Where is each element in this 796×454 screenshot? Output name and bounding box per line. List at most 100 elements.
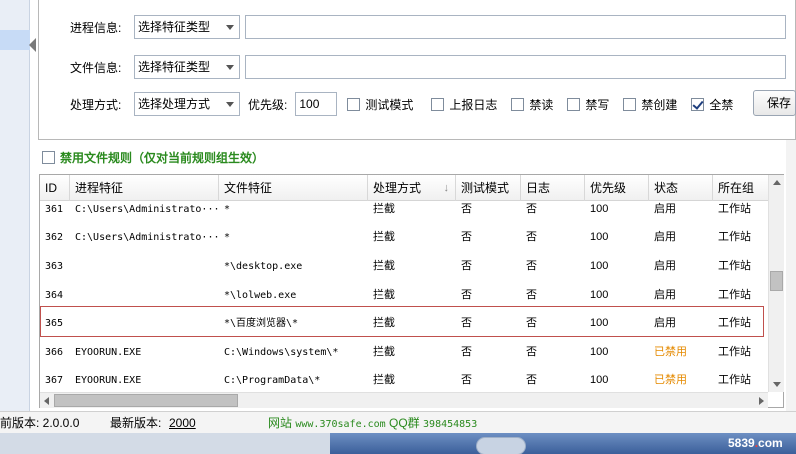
checkbox[interactable] xyxy=(347,97,361,111)
table-row[interactable]: 363 *\desktop.exe 拦截 否 否 100 启用 工作站 xyxy=(40,252,768,281)
table-row[interactable]: 361 C:\Users\Administrato··· * 拦截 否 否 10… xyxy=(40,195,768,224)
site-url[interactable]: www.370safe.com xyxy=(295,419,385,430)
cell-file: * xyxy=(224,204,231,215)
rules-table: ID 进程特征 文件特征 处理方式 ↓ 测试模式 日志 优先级 状态 所在组 36… xyxy=(39,174,784,408)
option-deny-all[interactable]: 全禁 xyxy=(691,96,733,113)
collapse-arrow-icon[interactable] xyxy=(29,38,36,52)
table-row-selected[interactable]: 365 *\百度浏览器\* 拦截 否 否 100 启用 工作站 xyxy=(40,309,768,338)
file-feature-input[interactable] xyxy=(245,55,786,79)
option-label: 禁写 xyxy=(585,97,610,112)
option-deny-write[interactable]: 禁写 xyxy=(567,96,609,113)
cell-group: 工作站 xyxy=(718,317,751,329)
taskbar xyxy=(0,433,796,454)
option-test-mode[interactable]: 测试模式 xyxy=(347,96,413,113)
process-type-value: 选择特征类型 xyxy=(138,20,211,34)
scroll-right-icon[interactable] xyxy=(759,397,764,405)
option-label: 禁读 xyxy=(529,97,554,112)
table-row[interactable]: 364 *\lolweb.exe 拦截 否 否 100 启用 工作站 xyxy=(40,281,768,310)
cell-log: 否 xyxy=(526,317,537,329)
cell-action: 拦截 xyxy=(373,231,395,243)
checkbox[interactable] xyxy=(431,97,445,111)
disable-file-rules-label: 禁用文件规则（仅对当前规则组生效） xyxy=(60,151,265,165)
latest-version-link[interactable]: 2000 xyxy=(169,412,196,434)
cell-id: 363 xyxy=(45,261,64,272)
vertical-scrollbar[interactable] xyxy=(768,175,784,392)
cell-id: 364 xyxy=(45,290,64,301)
cell-test: 否 xyxy=(461,346,472,358)
action-select[interactable]: 选择处理方式 xyxy=(134,92,240,116)
cell-log: 否 xyxy=(526,289,537,301)
scroll-thumb[interactable] xyxy=(770,271,783,291)
cell-group: 工作站 xyxy=(718,231,751,243)
cell-status: 启用 xyxy=(654,260,676,272)
cell-id: 365 xyxy=(45,318,64,329)
table-row[interactable]: 362 C:\Users\Administrato··· * 拦截 否 否 10… xyxy=(40,223,768,252)
cell-test: 否 xyxy=(461,317,472,329)
checkbox[interactable] xyxy=(42,151,55,164)
cell-id: 367 xyxy=(45,375,64,386)
option-deny-create[interactable]: 禁创建 xyxy=(623,96,677,113)
cell-action: 拦截 xyxy=(373,260,395,272)
cell-group: 工作站 xyxy=(718,203,751,215)
scroll-thumb[interactable] xyxy=(54,394,238,407)
cell-test: 否 xyxy=(461,289,472,301)
latest-version-label: 最新版本: xyxy=(110,416,162,430)
option-report-log[interactable]: 上报日志 xyxy=(431,96,497,113)
cell-status: 启用 xyxy=(654,231,676,243)
cell-process: EYOORUN.EXE xyxy=(75,347,142,358)
status-bar: 前版本: 2.0.0.0 最新版本: 2000 网站 www.370safe.c… xyxy=(0,411,796,433)
process-feature-input[interactable] xyxy=(245,15,786,39)
cell-test: 否 xyxy=(461,374,472,386)
file-type-value: 选择特征类型 xyxy=(138,60,211,74)
file-type-select[interactable]: 选择特征类型 xyxy=(134,55,240,79)
qq-label: QQ群 xyxy=(389,416,420,430)
checkbox-checked[interactable] xyxy=(691,97,705,111)
cell-process xyxy=(70,281,219,310)
cell-file: *\desktop.exe xyxy=(224,261,303,272)
scroll-up-icon[interactable] xyxy=(773,180,781,185)
action-label: 处理方式: xyxy=(70,97,122,112)
scroll-down-icon[interactable] xyxy=(773,382,781,387)
cell-action: 拦截 xyxy=(373,289,395,301)
cell-action: 拦截 xyxy=(373,374,395,386)
save-button[interactable]: 保存 xyxy=(753,90,796,116)
table-row[interactable]: 367 EYOORUN.EXE C:\ProgramData\* 拦截 否 否 … xyxy=(40,366,768,395)
checkbox[interactable] xyxy=(567,97,581,111)
cell-process: C:\Users\Administrato··· xyxy=(75,204,219,215)
cell-priority: 100 xyxy=(590,317,609,329)
cell-process xyxy=(70,309,219,338)
cell-process: EYOORUN.EXE xyxy=(75,375,142,386)
checkbox[interactable] xyxy=(623,97,637,111)
cell-priority: 100 xyxy=(590,346,609,358)
cell-log: 否 xyxy=(526,260,537,272)
process-type-select[interactable]: 选择特征类型 xyxy=(134,15,240,39)
scroll-left-icon[interactable] xyxy=(44,397,49,405)
cell-id: 361 xyxy=(45,204,64,215)
priority-input[interactable]: 100 xyxy=(295,92,338,116)
cell-priority: 100 xyxy=(590,203,609,215)
cell-id: 362 xyxy=(45,232,64,243)
watermark-prefix: 5839 xyxy=(728,436,755,450)
checkbox[interactable] xyxy=(511,97,525,111)
cell-test: 否 xyxy=(461,260,472,272)
option-label: 禁创建 xyxy=(641,97,678,112)
table-row[interactable]: 366 EYOORUN.EXE C:\Windows\system\* 拦截 否… xyxy=(40,338,768,367)
taskbar-button[interactable] xyxy=(476,437,526,454)
cell-priority: 100 xyxy=(590,374,609,386)
cell-group: 工作站 xyxy=(718,260,751,272)
cell-group: 工作站 xyxy=(718,289,751,301)
cell-file: *\lolweb.exe xyxy=(224,290,297,301)
option-deny-read[interactable]: 禁读 xyxy=(511,96,553,113)
current-version: 前版本: 2.0.0.0 xyxy=(0,416,80,430)
action-value: 选择处理方式 xyxy=(138,97,211,111)
cell-file: C:\ProgramData\* xyxy=(224,375,321,386)
option-label: 上报日志 xyxy=(449,97,498,112)
chevron-down-icon xyxy=(226,102,234,107)
cell-test: 否 xyxy=(461,203,472,215)
action-row: 处理方式: 选择处理方式 优先级: 100 测试模式 上报日志 禁读 禁写 禁创… xyxy=(70,92,750,116)
disable-file-rules-toggle[interactable]: 禁用文件规则（仅对当前规则组生效） xyxy=(42,149,264,166)
horizontal-scrollbar[interactable] xyxy=(40,392,768,408)
file-label: 文件信息: xyxy=(70,60,122,75)
cell-log: 否 xyxy=(526,374,537,386)
cell-log: 否 xyxy=(526,203,537,215)
